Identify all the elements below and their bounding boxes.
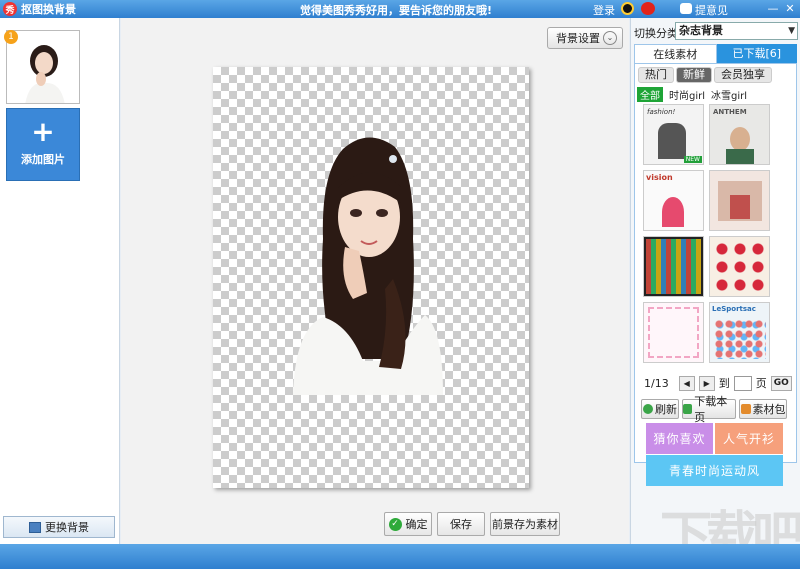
dropdown-arrow-icon: ▼ [788,26,795,36]
sort-tabs: 热门 新鲜 会员独享 [638,67,772,83]
material-thumb[interactable] [709,236,770,297]
qq-icon[interactable] [621,2,634,15]
canvas-area: 背景设置 ⌄ ✓ 确定 保存 前景存为素材 [121,18,629,544]
status-bar [0,544,800,569]
save-button[interactable]: 保存 [437,512,485,536]
filter-fashion-girl[interactable]: 时尚girl [669,87,705,102]
pagination: 1/13 ◀ ▶ 到 页 GO [644,374,800,392]
picture-icon [29,521,41,533]
refresh-button[interactable]: 刷新 [641,399,679,419]
category-value: 杂志背景 [679,24,723,37]
confirm-label: 确定 [405,518,428,531]
tab-online-materials[interactable]: 在线素材 [634,44,717,63]
filter-all[interactable]: 全部 [637,87,663,102]
material-thumb[interactable]: ANTHEM [709,104,770,165]
add-image-button[interactable]: + 添加图片 [6,108,80,181]
material-thumb[interactable]: LeSportsac [709,302,770,363]
login-link[interactable]: 登录 [593,2,615,18]
replace-background-button[interactable]: 更换背景 [3,516,115,538]
replace-background-label: 更换背景 [45,521,89,534]
download-page-button[interactable]: 下载本页 [682,395,736,424]
material-thumb[interactable] [643,302,704,363]
refresh-icon [643,404,653,414]
weibo-icon[interactable] [641,2,655,15]
material-pack-label: 素材包 [752,403,786,416]
download-icon [683,404,693,414]
tab-downloaded[interactable]: 已下载[6] [716,44,797,63]
save-foreground-as-material-button[interactable]: 前景存为素材 [490,512,560,536]
goto-label: 到 [718,377,730,390]
save-foreground-label: 前景存为素材 [492,518,558,531]
go-button[interactable]: GO [770,375,792,391]
window-title: 抠图换背景 [21,3,76,16]
app-logo-icon: 秀 [3,2,17,16]
page-suffix-label: 页 [755,377,767,390]
portrait-thumbnail-image [7,31,79,103]
prev-page-button[interactable]: ◀ [678,375,695,391]
confirm-button[interactable]: ✓ 确定 [384,512,432,536]
page-number-input[interactable] [733,375,752,391]
download-page-label: 下载本页 [694,395,728,424]
background-settings-label: 背景设置 [556,32,600,45]
minimize-button[interactable]: — [765,1,781,16]
promo-banner[interactable]: 觉得美图秀秀好用，要告诉您的朋友哦! [300,2,492,18]
background-settings-button[interactable]: 背景设置 ⌄ [547,27,623,49]
promo-popular-cardigan[interactable]: 人气开衫 [715,423,783,454]
plus-icon: + [31,115,55,148]
subtab-new[interactable]: 新鲜 [676,67,712,83]
thumbnail-index-badge: 1 [4,30,18,44]
feedback-icon[interactable] [680,3,692,14]
save-label: 保存 [450,518,472,531]
new-badge: NEW [683,156,702,163]
subtab-vip[interactable]: 会员独享 [714,67,772,83]
title-bar: 秀 抠图换背景 觉得美图秀秀好用，要告诉您的朋友哦! 登录 提意见 — ✕ [0,0,800,18]
image-list-panel: 1 + 添加图片 更换背景 [0,18,120,544]
material-panel: 切换分类 杂志背景 ▼ 在线素材 已下载[6] 热门 新鲜 会员独享 全部 时尚… [630,18,800,544]
cutout-portrait-image[interactable] [293,129,443,395]
promo-youth-sport-style[interactable]: 青春时尚运动风 [646,455,783,486]
promo-guess-you-like[interactable]: 猜你喜欢 [646,423,713,454]
material-pack-button[interactable]: 素材包 [739,399,787,419]
add-image-label: 添加图片 [21,153,65,166]
chevron-down-icon: ⌄ [603,31,617,45]
subtab-hot[interactable]: 热门 [638,67,674,83]
material-tabs: 在线素材 已下载[6] [634,44,797,63]
style-filters: 全部 时尚girl 冰雪girl [637,87,747,102]
filter-ice-girl[interactable]: 冰雪girl [711,87,747,102]
next-page-button[interactable]: ▶ [698,375,715,391]
close-button[interactable]: ✕ [782,1,798,16]
category-label: 切换分类 [634,27,678,40]
material-thumb[interactable] [643,236,704,297]
category-select[interactable]: 杂志背景 ▼ [675,22,798,40]
check-icon: ✓ [388,517,402,531]
package-icon [740,404,751,414]
image-thumbnail[interactable] [6,30,80,104]
material-thumb[interactable] [709,170,770,231]
material-thumb[interactable]: vision [643,170,704,231]
transparent-canvas[interactable] [213,67,529,488]
material-thumb[interactable]: fashion! NEW [643,104,704,165]
page-info: 1/13 [644,376,669,390]
refresh-label: 刷新 [655,403,677,416]
feedback-link[interactable]: 提意见 [695,2,728,18]
